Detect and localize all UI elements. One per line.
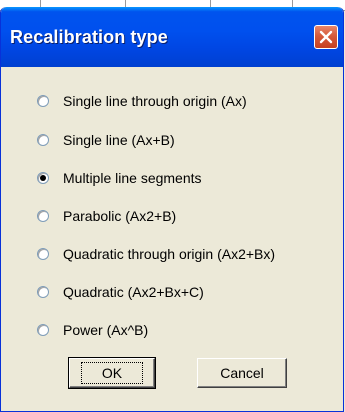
cancel-label: Cancel — [220, 365, 264, 381]
option-label: Quadratic through origin (Ax2+Bx) — [63, 246, 276, 262]
close-icon — [319, 30, 333, 44]
cancel-button[interactable]: Cancel — [197, 358, 287, 388]
option-label: Power (Ax^B) — [63, 322, 149, 338]
dialog-title: Recalibration type — [10, 27, 168, 47]
option-parabolic[interactable]: Parabolic (Ax2+B) — [37, 205, 176, 227]
option-label: Parabolic (Ax2+B) — [63, 208, 177, 224]
radio-button[interactable] — [37, 172, 49, 184]
option-label: Multiple line segments — [63, 170, 202, 186]
radio-button[interactable] — [37, 95, 49, 107]
option-label: Single line (Ax+B) — [63, 132, 175, 148]
ok-button[interactable]: OK — [68, 357, 156, 389]
radio-button[interactable] — [37, 248, 49, 260]
radio-button[interactable] — [37, 210, 49, 222]
radio-button[interactable] — [37, 286, 49, 298]
option-multiple-line-segments[interactable]: Multiple line segments — [37, 167, 202, 189]
option-label: Quadratic (Ax2+Bx+C) — [63, 284, 204, 300]
close-button[interactable] — [314, 25, 338, 49]
option-single-line-origin[interactable]: Single line through origin (Ax) — [37, 90, 247, 112]
radio-button[interactable] — [37, 134, 49, 146]
recalibration-dialog: Recalibration type Single line through o… — [0, 7, 344, 412]
radio-button[interactable] — [37, 324, 49, 336]
ok-label: OK — [80, 362, 144, 384]
option-power[interactable]: Power (Ax^B) — [37, 319, 148, 341]
title-bar[interactable]: Recalibration type — [1, 7, 343, 67]
option-quadratic-origin[interactable]: Quadratic through origin (Ax2+Bx) — [37, 243, 275, 265]
option-quadratic[interactable]: Quadratic (Ax2+Bx+C) — [37, 281, 204, 303]
option-single-line[interactable]: Single line (Ax+B) — [37, 129, 175, 151]
option-label: Single line through origin (Ax) — [63, 93, 247, 109]
